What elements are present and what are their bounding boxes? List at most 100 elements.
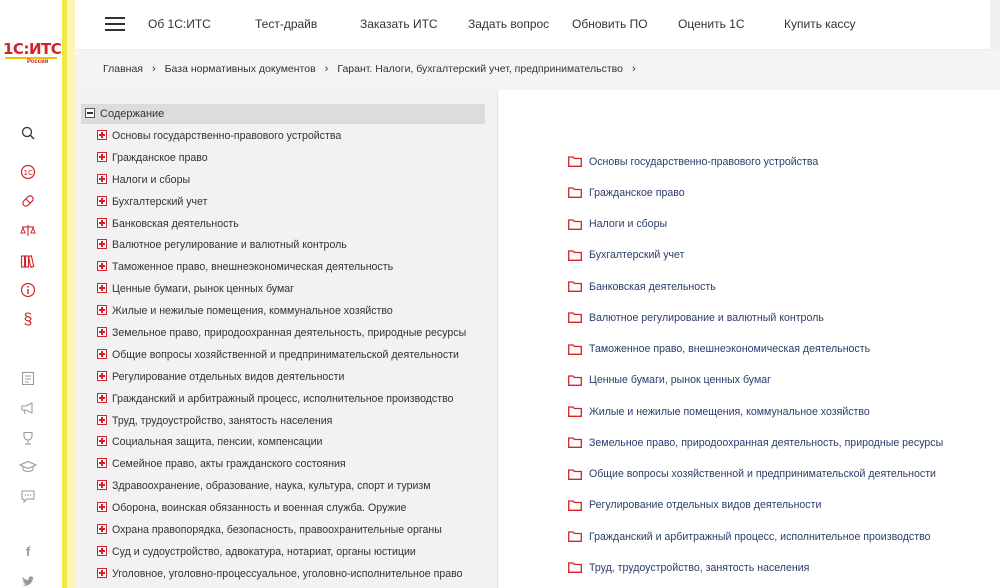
folder-link[interactable]: Основы государственно-правового устройст…	[568, 146, 998, 177]
pills-icon[interactable]	[0, 192, 56, 210]
folder-link[interactable]: Труд, трудоустройство, занятость населен…	[568, 552, 998, 583]
folder-link-label: Основы государственно-правового устройст…	[589, 155, 819, 168]
folder-link[interactable]: Бухгалтерский учет	[568, 240, 998, 271]
folder-link[interactable]: Общие вопросы хозяйственной и предприним…	[568, 459, 998, 490]
breadcrumb-garant[interactable]: Гарант. Налоги, бухгалтерский учет, пред…	[337, 63, 623, 75]
folder-link-label: Таможенное право, внешнеэкономическая де…	[589, 343, 871, 356]
facebook-icon[interactable]: f	[0, 543, 56, 561]
hamburger-menu-icon[interactable]	[105, 16, 125, 32]
tree-item[interactable]: Общие вопросы хозяйственной и предприним…	[97, 345, 497, 367]
tree-item[interactable]: Здравоохранение, образование, наука, кул…	[97, 476, 497, 498]
tree-item-label: Гражданский и арбитражный процесс, испол…	[112, 392, 454, 405]
nav-ask-question[interactable]: Задать вопрос	[468, 17, 549, 31]
breadcrumb-home[interactable]: Главная	[103, 63, 143, 75]
tree-item[interactable]: Оборона, воинская обязанность и военная …	[97, 498, 497, 520]
folder-link[interactable]: Банковская деятельность	[568, 271, 998, 302]
tree-item[interactable]: Таможенное право, внешнеэкономическая де…	[97, 257, 497, 279]
tree-item[interactable]: Банковская деятельность	[97, 214, 497, 236]
trophy-icon[interactable]	[0, 428, 56, 446]
folder-link[interactable]: Ценные бумаги, рынок ценных бумаг	[568, 365, 998, 396]
graduation-cap-icon[interactable]	[0, 457, 56, 475]
expand-icon[interactable]	[97, 392, 107, 403]
folder-link-label: Общие вопросы хозяйственной и предприним…	[589, 468, 936, 481]
tree-item-label: Банковская деятельность	[112, 217, 239, 230]
paragraph-icon[interactable]: §	[0, 311, 56, 329]
folder-list: Основы государственно-правового устройст…	[568, 146, 998, 584]
tree-item[interactable]: Охрана правопорядка, безопасность, право…	[97, 520, 497, 542]
tree-item[interactable]: Регулирование отдельных видов деятельнос…	[97, 367, 497, 389]
1c-icon[interactable]: 1С	[0, 163, 56, 181]
tree-item-label: Уголовное, уголовно-процессуальное, угол…	[112, 567, 463, 580]
scrollbar-stub[interactable]	[990, 0, 1000, 50]
folder-link[interactable]: Регулирование отдельных видов деятельнос…	[568, 490, 998, 521]
expand-icon[interactable]	[97, 283, 107, 294]
expand-icon[interactable]	[97, 414, 107, 425]
expand-icon[interactable]	[97, 173, 107, 184]
tree-item[interactable]: Социальная защита, пенсии, компенсации	[97, 432, 497, 454]
folder-link[interactable]: Земельное право, природоохранная деятель…	[568, 427, 998, 458]
breadcrumb-separator: ›	[631, 63, 636, 75]
tree-item[interactable]: Жилые и нежилые помещения, коммунальное …	[97, 301, 497, 323]
folder-link[interactable]: Валютное регулирование и валютный контро…	[568, 302, 998, 333]
folder-link-label: Ценные бумаги, рынок ценных бумаг	[589, 374, 772, 387]
nav-update-software[interactable]: Обновить ПО	[572, 17, 648, 31]
tree-item[interactable]: Гражданский и арбитражный процесс, испол…	[97, 389, 497, 411]
tree-item[interactable]: Уголовное, уголовно-процессуальное, угол…	[97, 564, 497, 586]
expand-icon[interactable]	[97, 217, 107, 228]
nav-buy-register[interactable]: Купить кассу	[784, 17, 855, 31]
expand-icon[interactable]	[97, 348, 107, 359]
nav-rate-1c[interactable]: Оценить 1С	[678, 17, 745, 31]
expand-icon[interactable]	[97, 327, 107, 338]
expand-icon[interactable]	[97, 567, 107, 578]
megaphone-icon[interactable]	[0, 398, 56, 416]
document-icon[interactable]	[0, 368, 56, 386]
expand-icon[interactable]	[97, 545, 107, 556]
expand-icon[interactable]	[97, 151, 107, 162]
nav-order-its[interactable]: Заказать ИТС	[360, 17, 438, 31]
tree-item[interactable]: Земельное право, природоохранная деятель…	[97, 323, 497, 345]
tree-item[interactable]: Суд и судоустройство, адвокатура, нотари…	[97, 542, 497, 564]
tree-root-contents[interactable]: Содержание	[81, 104, 485, 124]
expand-icon[interactable]	[97, 524, 107, 535]
expand-icon[interactable]	[97, 239, 107, 250]
scales-icon[interactable]	[0, 222, 56, 240]
expand-icon[interactable]	[97, 130, 107, 140]
expand-icon[interactable]	[97, 305, 107, 316]
tree-item[interactable]: Бухгалтерский учет	[97, 192, 497, 214]
contents-tree: Содержание Основы государственно-правово…	[75, 90, 498, 588]
chat-icon[interactable]	[0, 486, 56, 504]
folder-link[interactable]: Гражданский и арбитражный процесс, испол…	[568, 521, 998, 552]
twitter-icon[interactable]	[0, 572, 56, 588]
tree-item-label: Жилые и нежилые помещения, коммунальное …	[112, 305, 393, 318]
expand-icon[interactable]	[97, 195, 107, 206]
nav-about[interactable]: Об 1С:ИТС	[148, 17, 211, 31]
tree-item[interactable]: Основы государственно-правового устройст…	[97, 126, 497, 148]
folder-link[interactable]: Гражданское право	[568, 177, 998, 208]
expand-icon[interactable]	[97, 480, 107, 491]
expand-icon[interactable]	[97, 436, 107, 447]
tree-item[interactable]: Семейное право, акты гражданского состоя…	[97, 454, 497, 476]
tree-item[interactable]: Гражданское право	[97, 148, 497, 170]
expand-icon[interactable]	[97, 458, 107, 469]
expand-icon[interactable]	[97, 502, 107, 513]
folder-link-label: Труд, трудоустройство, занятость населен…	[589, 561, 810, 574]
books-icon[interactable]	[0, 252, 56, 270]
collapse-icon[interactable]	[85, 108, 95, 118]
breadcrumb-regulatory-base[interactable]: База нормативных документов	[165, 63, 316, 75]
folder-icon	[568, 312, 582, 324]
folder-link[interactable]: Налоги и сборы	[568, 209, 998, 240]
info-icon[interactable]	[0, 281, 56, 299]
expand-icon[interactable]	[97, 261, 107, 272]
folder-link[interactable]: Жилые и нежилые помещения, коммунальное …	[568, 396, 998, 427]
folder-link[interactable]: Таможенное право, внешнеэкономическая де…	[568, 334, 998, 365]
nav-test-drive[interactable]: Тест-драйв	[255, 17, 317, 31]
tree-item-label: Оборона, воинская обязанность и военная …	[112, 502, 407, 515]
its-logo[interactable]: 1С:ИТС Россия	[3, 40, 62, 70]
tree-item[interactable]: Налоги и сборы	[97, 170, 497, 192]
tree-item[interactable]: Труд, трудоустройство, занятость населен…	[97, 411, 497, 433]
search-icon[interactable]	[0, 124, 56, 142]
expand-icon[interactable]	[97, 370, 107, 381]
tree-item[interactable]: Валютное регулирование и валютный контро…	[97, 235, 497, 257]
tree-item[interactable]: Ценные бумаги, рынок ценных бумаг	[97, 279, 497, 301]
folder-icon	[568, 468, 582, 480]
